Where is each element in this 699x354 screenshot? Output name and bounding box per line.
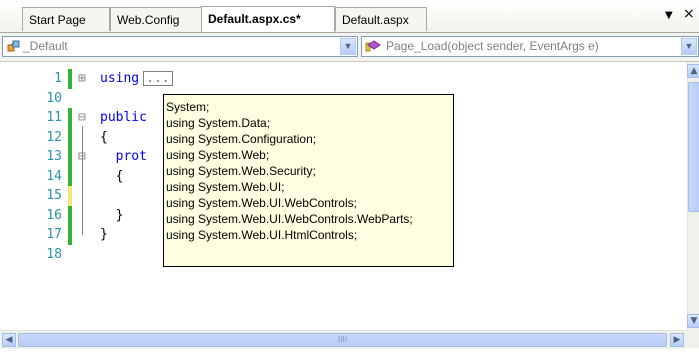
horizontal-scrollbar[interactable]: ◀ IIII ▶ — [0, 330, 687, 349]
tab-label: Default.aspx.cs* — [208, 12, 301, 26]
line-number: 14 — [46, 168, 62, 184]
class-combo[interactable]: _Default ▼ — [2, 36, 358, 57]
scroll-up-button[interactable]: ▲ — [687, 64, 699, 78]
code-line: } — [100, 227, 108, 242]
tab-start-page[interactable]: Start Page — [22, 7, 110, 31]
scroll-down-button[interactable]: ▼ — [687, 314, 699, 328]
code-line: } — [100, 207, 124, 223]
code-token: } — [100, 207, 124, 223]
tab-label: Start Page — [29, 13, 86, 27]
chevron-down-icon[interactable]: ▼ — [665, 10, 673, 21]
horizontal-scroll-thumb[interactable]: IIII — [18, 333, 667, 347]
change-indicator — [68, 205, 72, 225]
chevron-down-icon[interactable]: ▼ — [340, 38, 356, 55]
code-token: public — [100, 110, 147, 125]
chevron-down-icon[interactable]: ▼ — [681, 38, 697, 55]
line-number: 15 — [46, 188, 62, 203]
method-icon — [365, 39, 381, 53]
line-number: 11 — [46, 110, 62, 125]
line-number: 17 — [46, 227, 62, 242]
navigation-bar: _Default ▼ Page_Load(object sender, Even… — [0, 33, 699, 62]
tooltip-line: using System.Web.Security; — [166, 164, 316, 178]
tab-default-aspx-cs[interactable]: Default.aspx.cs* — [201, 6, 335, 32]
line-number: 10 — [46, 90, 62, 106]
document-tab-strip: Start Page Web.Config Default.aspx.cs* D… — [0, 0, 699, 33]
line-number: 12 — [46, 129, 62, 145]
tooltip-line: using System.Data; — [166, 116, 271, 130]
change-indicator — [68, 127, 72, 147]
code-token: using — [100, 71, 140, 86]
scrollbar-corner — [687, 330, 699, 348]
tab-default-aspx[interactable]: Default.aspx — [335, 7, 427, 31]
outline-guide — [82, 165, 83, 216]
close-icon[interactable]: × — [683, 6, 695, 22]
collapse-outline-icon[interactable]: ⊟ — [78, 111, 86, 124]
tooltip-line: using System.Web.UI.HtmlControls; — [166, 228, 358, 242]
class-combo-value: _Default — [23, 39, 68, 53]
expand-outline-icon[interactable]: ⊞ — [78, 72, 86, 85]
line-number: 18 — [46, 246, 62, 262]
tooltip-line: using System.Web; — [166, 148, 270, 162]
line-number: 16 — [46, 207, 62, 223]
tab-web-config[interactable]: Web.Config — [110, 7, 202, 31]
code-token: } — [100, 227, 108, 242]
tooltip-line: using System.Web.UI.WebControls.WebParts… — [166, 212, 413, 226]
collapsed-region-tooltip: System; using System.Data; using System.… — [163, 94, 454, 267]
code-line: { — [100, 168, 124, 184]
line-number: 13 — [46, 149, 62, 164]
change-indicator — [68, 225, 72, 245]
change-indicator — [68, 186, 72, 206]
collapsed-region-marker[interactable]: ... — [143, 71, 173, 86]
change-indicator — [68, 147, 72, 167]
tooltip-line: System; — [166, 100, 210, 114]
tab-label: Web.Config — [117, 13, 180, 27]
tooltip-line: using System.Web.UI; — [166, 180, 285, 194]
change-indicator — [68, 108, 72, 128]
vertical-scrollbar[interactable]: ▲ ▼ — [687, 62, 699, 330]
code-token: { — [100, 129, 108, 145]
change-indicator — [68, 69, 72, 89]
member-combo-value: Page_Load(object sender, EventArgs e) — [386, 39, 599, 53]
scroll-left-button[interactable]: ◀ — [2, 333, 16, 347]
change-indicator — [68, 166, 72, 186]
tab-label: Default.aspx — [342, 13, 409, 27]
member-combo[interactable]: Page_Load(object sender, EventArgs e) ▼ — [361, 36, 699, 57]
tooltip-line: using System.Configuration; — [166, 132, 317, 146]
line-number: 1 — [54, 71, 62, 86]
scroll-right-button[interactable]: ▶ — [670, 333, 684, 347]
code-line: using... — [100, 71, 173, 86]
tooltip-line: using System.Web.UI.WebControls; — [166, 196, 357, 210]
vertical-scroll-thumb[interactable] — [688, 82, 699, 212]
code-token: prot — [100, 149, 147, 164]
class-icon — [7, 39, 21, 53]
code-line: { — [100, 130, 108, 145]
code-token: { — [100, 168, 124, 184]
